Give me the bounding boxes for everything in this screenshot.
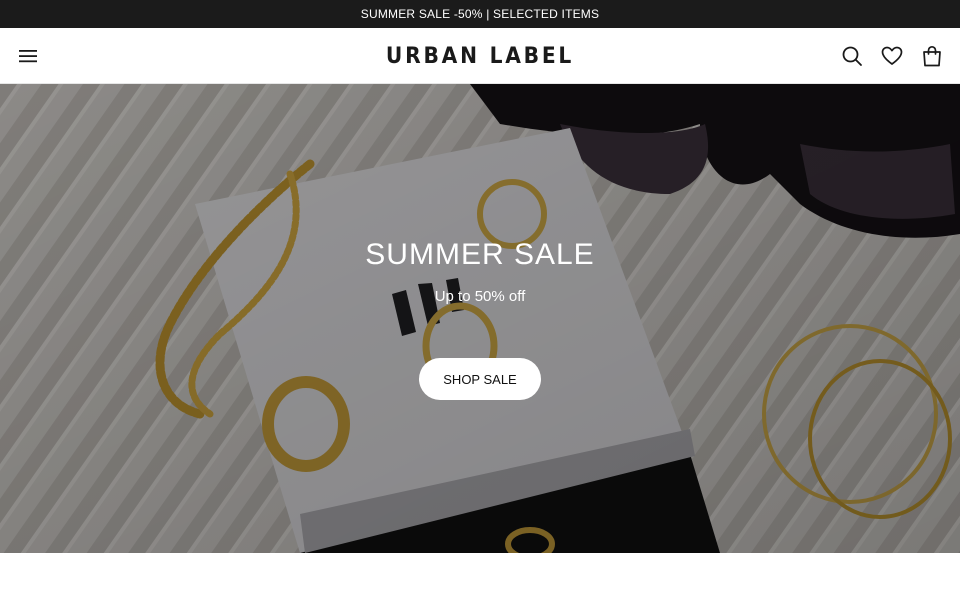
bag-icon: [923, 45, 941, 67]
hero-title: SUMMER SALE: [365, 238, 595, 271]
search-button[interactable]: [838, 42, 866, 70]
announcement-bar: SUMMER SALE -50% | SELECTED ITEMS: [0, 0, 960, 28]
hero-subtitle: Up to 50% off: [434, 288, 526, 305]
search-icon: [842, 46, 862, 66]
wishlist-button[interactable]: [878, 42, 906, 70]
site-header: URBAN LABEL: [0, 28, 960, 84]
site-logo[interactable]: URBAN LABEL: [342, 40, 618, 72]
announcement-text: SUMMER SALE -50% | SELECTED ITEMS: [360, 7, 600, 21]
menu-icon: [19, 50, 37, 63]
menu-button[interactable]: [14, 42, 42, 70]
hero-image: [0, 84, 960, 553]
hero-banner: SUMMER SALE Up to 50% off SHOP SALE: [0, 84, 960, 553]
heart-icon: [881, 46, 903, 65]
cart-button[interactable]: [918, 42, 946, 70]
shop-sale-button[interactable]: SHOP SALE: [419, 358, 541, 400]
